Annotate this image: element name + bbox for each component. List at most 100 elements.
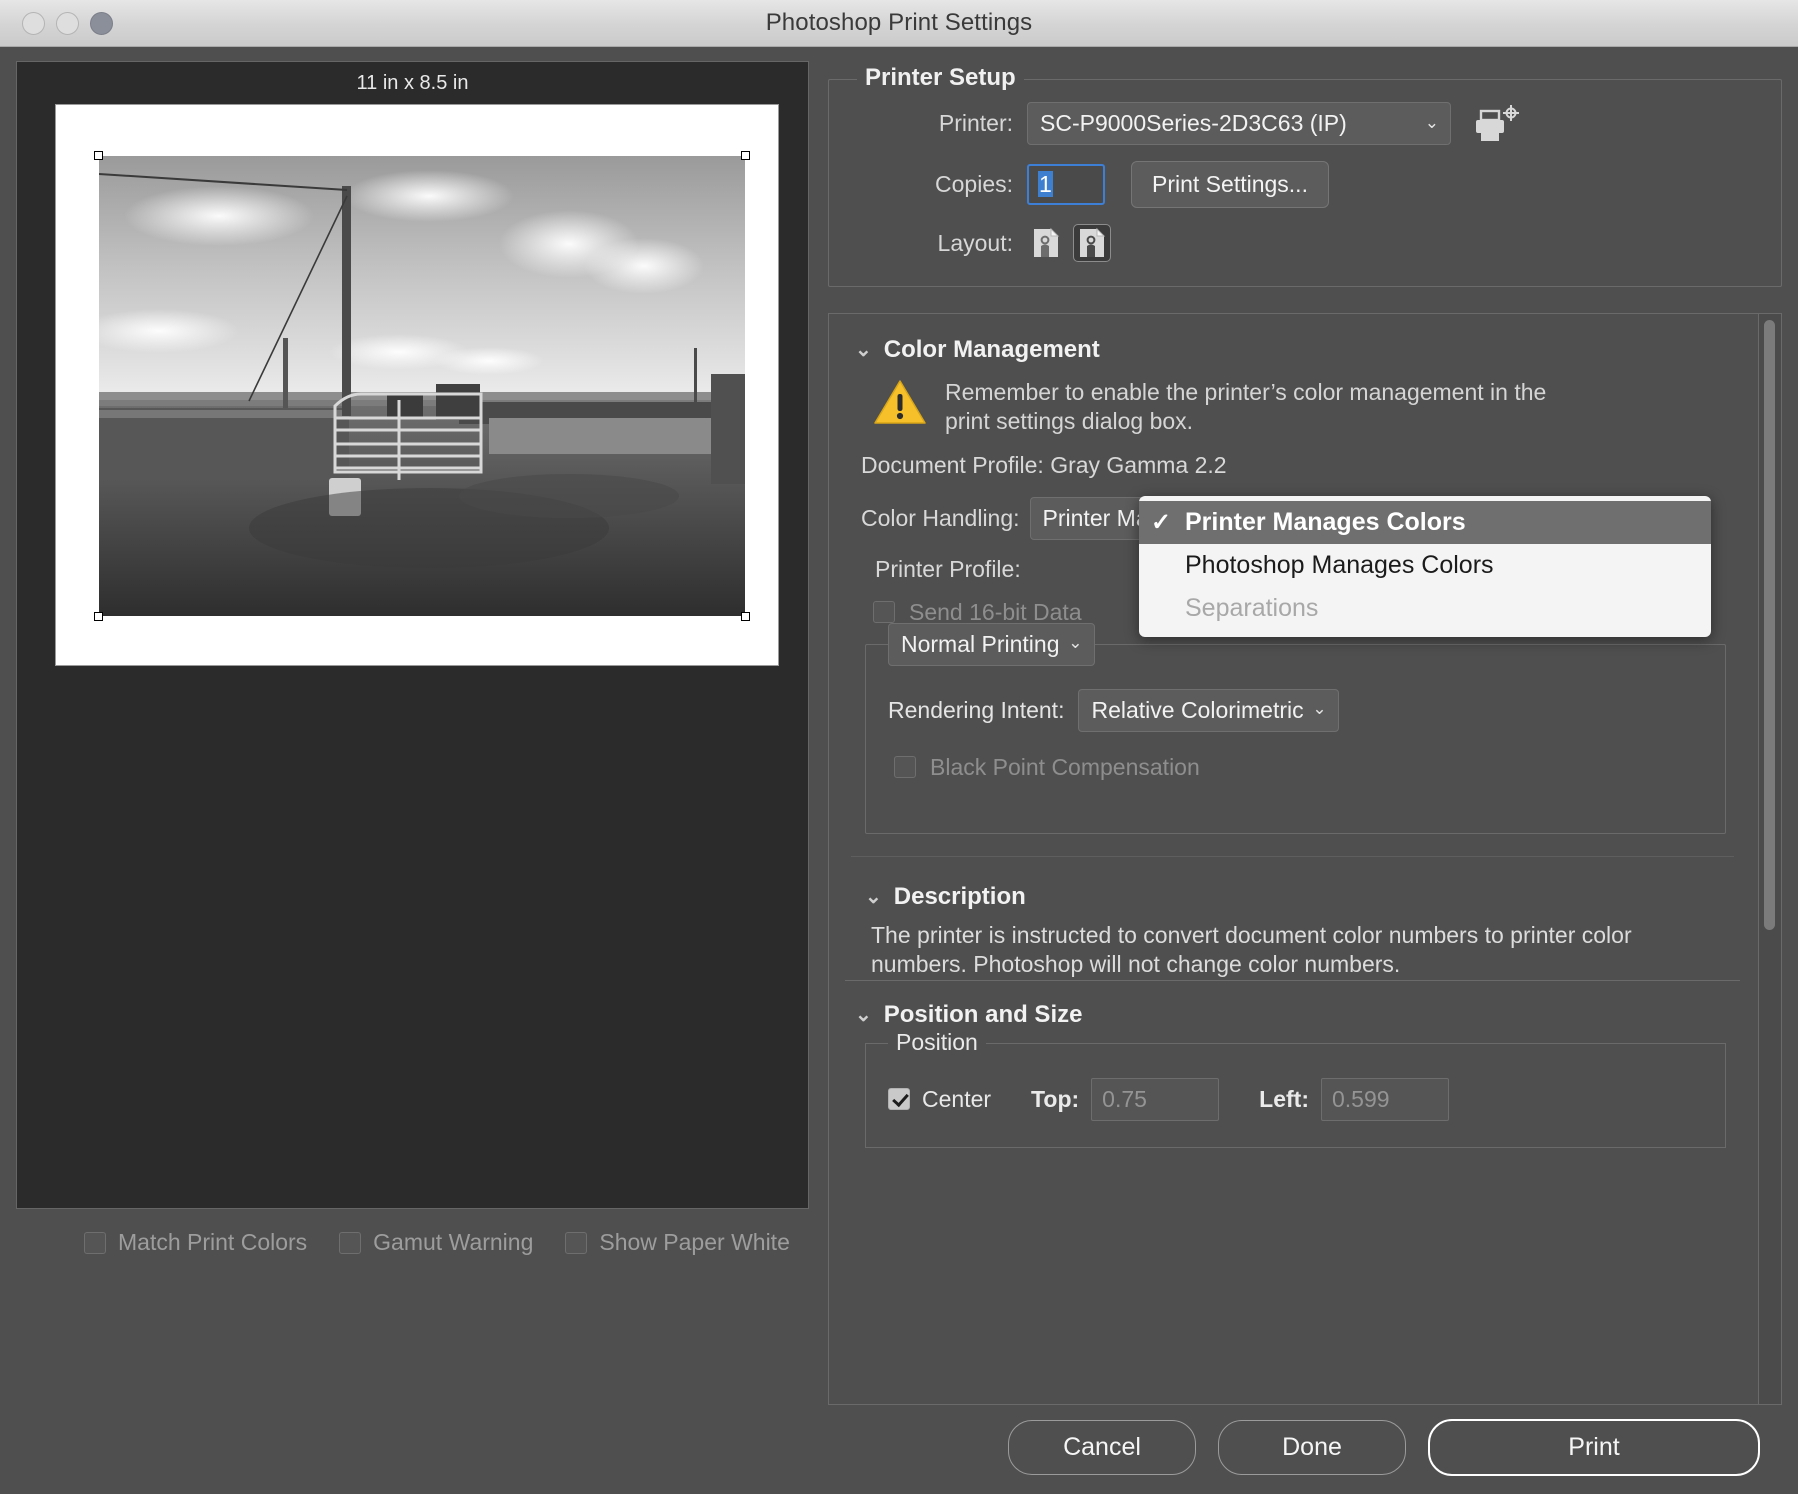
printer-select[interactable]: SC-P9000Series-2D3C63 (IP) ⌄ — [1027, 102, 1451, 145]
copies-row: Copies: 1 Print Settings... — [855, 161, 1755, 208]
scrollbar-thumb[interactable] — [1764, 320, 1775, 930]
color-management-header[interactable]: ⌄ Color Management — [855, 336, 1740, 364]
top-input[interactable]: 0.75 — [1091, 1077, 1220, 1121]
copies-input[interactable]: 1 — [1027, 164, 1105, 205]
black-point-label: Black Point Compensation — [930, 753, 1200, 780]
printer-label: Printer: — [938, 110, 1013, 136]
gamut-warning-checkbox[interactable] — [339, 1231, 362, 1254]
rendering-intent-select[interactable]: Relative Colorimetric ⌄ — [1078, 688, 1339, 732]
print-mode-fieldset: Normal Printing ⌄ Rendering Intent: Rela… — [865, 622, 1726, 834]
preview-dimensions-label: 11 in x 8.5 in — [356, 72, 469, 94]
description-header[interactable]: ⌄ Description — [865, 883, 1740, 911]
printer-profile-label: Printer Profile: — [875, 555, 1021, 582]
position-row: Center Top: 0.75 Left: 0.599 — [888, 1077, 1703, 1121]
chevron-down-icon[interactable]: ⌄ — [865, 887, 882, 907]
copies-label: Copies: — [935, 171, 1013, 197]
resize-handle-top-right[interactable] — [741, 151, 750, 160]
color-management-panel: ⌄ Color Management Remember to enable th… — [828, 313, 1759, 1405]
cancel-button[interactable]: Cancel — [1008, 1420, 1196, 1475]
position-and-size-title: Position and Size — [883, 1000, 1083, 1028]
copies-value: 1 — [1038, 171, 1053, 197]
printer-setup-group: Printer Setup Printer: SC-P9000Series-2D… — [828, 64, 1782, 287]
warning-text: Remember to enable the printer’s color m… — [945, 379, 1547, 434]
printer-row: Printer: SC-P9000Series-2D3C63 (IP) ⌄ — [855, 102, 1755, 145]
done-button[interactable]: Done — [1218, 1420, 1406, 1475]
position-and-size-section: ⌄ Position and Size Position Center Top:… — [845, 979, 1740, 1148]
layout-portrait-icon[interactable] — [1027, 224, 1065, 262]
match-print-colors-option[interactable]: Match Print Colors — [84, 1229, 307, 1256]
menu-item-photoshop-manages-colors[interactable]: Photoshop Manages Colors — [1139, 544, 1711, 587]
preview-pane: 11 in x 8.5 in Match Print Colors Gamut … — [0, 47, 810, 1494]
window-title: Photoshop Print Settings — [765, 9, 1033, 36]
color-management-scrollbar[interactable] — [1759, 313, 1782, 1405]
left-label: Left: — [1259, 1085, 1309, 1112]
settings-pane: Printer Setup Printer: SC-P9000Series-2D… — [810, 47, 1798, 1494]
menu-item-label: Separations — [1185, 594, 1319, 622]
match-print-colors-checkbox[interactable] — [84, 1231, 106, 1254]
photo-graphic — [99, 156, 745, 616]
top-field-group: Top: 0.75 — [1031, 1077, 1220, 1121]
top-label: Top: — [1031, 1085, 1080, 1112]
printer-icon[interactable] — [1473, 103, 1521, 145]
send-16bit-label: Send 16-bit Data — [909, 598, 1082, 625]
match-print-colors-label: Match Print Colors — [118, 1229, 308, 1255]
color-handling-label: Color Handling: — [861, 504, 1020, 531]
black-point-checkbox[interactable] — [894, 756, 916, 779]
menu-item-label: Photoshop Manages Colors — [1185, 551, 1494, 579]
black-point-row[interactable]: Black Point Compensation — [894, 754, 1703, 781]
layout-toggle-group[interactable] — [1027, 224, 1111, 262]
show-paper-white-checkbox[interactable] — [565, 1231, 588, 1254]
color-handling-dropdown-menu[interactable]: ✓ Printer Manages Colors Photoshop Manag… — [1139, 496, 1711, 637]
color-management-warning: Remember to enable the printer’s color m… — [873, 378, 1740, 436]
menu-item-label: Printer Manages Colors — [1185, 508, 1466, 536]
chevron-down-icon[interactable]: ⌄ — [855, 340, 872, 360]
paper-sheet — [55, 104, 779, 666]
gamut-warning-label: Gamut Warning — [373, 1229, 534, 1255]
rendering-intent-row: Rendering Intent: Relative Colorimetric … — [888, 688, 1703, 732]
center-label: Center — [922, 1085, 992, 1112]
chevron-down-icon: ⌄ — [1068, 633, 1083, 653]
checkmark-icon: ✓ — [1151, 509, 1172, 536]
position-and-size-header[interactable]: ⌄ Position and Size — [855, 1001, 1740, 1029]
printer-setup-title: Printer Setup — [857, 64, 1024, 92]
dialog-body: 11 in x 8.5 in Match Print Colors Gamut … — [0, 47, 1798, 1494]
menu-item-printer-manages-colors[interactable]: ✓ Printer Manages Colors — [1139, 501, 1711, 544]
document-profile-text: Document Profile: Gray Gamma 2.2 — [861, 451, 1227, 478]
position-legend: Position — [888, 1028, 986, 1056]
printer-selected-value: SC-P9000Series-2D3C63 (IP) — [1040, 110, 1347, 136]
chevron-down-icon: ⌄ — [1424, 112, 1439, 132]
preview-options: Match Print Colors Gamut Warning Show Pa… — [84, 1229, 810, 1256]
left-input[interactable]: 0.599 — [1320, 1077, 1449, 1121]
gamut-warning-option[interactable]: Gamut Warning — [339, 1229, 533, 1256]
print-button[interactable]: Print — [1428, 1419, 1760, 1476]
image-bounding-box[interactable] — [94, 151, 750, 621]
color-management-title: Color Management — [883, 336, 1100, 363]
print-settings-window: Photoshop Print Settings 11 in x 8.5 in — [0, 0, 1798, 1494]
left-field-group: Left: 0.599 — [1259, 1077, 1449, 1121]
print-mode-value: Normal Printing — [901, 630, 1060, 657]
chevron-down-icon[interactable]: ⌄ — [855, 1005, 872, 1025]
center-checkbox[interactable] — [888, 1088, 910, 1111]
print-mode-select[interactable]: Normal Printing ⌄ — [888, 622, 1095, 666]
print-preview-canvas[interactable]: 11 in x 8.5 in — [16, 61, 809, 1209]
layout-landscape-icon[interactable] — [1073, 224, 1111, 262]
chevron-down-icon: ⌄ — [1312, 699, 1327, 719]
warning-triangle-icon — [873, 378, 927, 426]
resize-handle-bottom-right[interactable] — [741, 612, 750, 621]
window-titlebar: Photoshop Print Settings — [0, 0, 1798, 47]
layout-row: Layout: — [855, 224, 1755, 262]
send-16bit-checkbox[interactable] — [873, 601, 895, 624]
position-fieldset: Position Center Top: 0.75 Left: 0.599 — [865, 1028, 1726, 1148]
description-text: The printer is instructed to convert doc… — [871, 921, 1632, 978]
description-title: Description — [893, 882, 1026, 910]
center-option[interactable]: Center — [888, 1086, 991, 1113]
show-paper-white-option[interactable]: Show Paper White — [565, 1229, 790, 1256]
resize-handle-bottom-left[interactable] — [94, 612, 103, 621]
color-management-wrap: ⌄ Color Management Remember to enable th… — [828, 313, 1782, 1405]
print-settings-button[interactable]: Print Settings... — [1131, 161, 1329, 208]
rendering-intent-value: Relative Colorimetric — [1091, 696, 1304, 723]
show-paper-white-label: Show Paper White — [599, 1229, 790, 1255]
section-divider — [851, 855, 1734, 857]
dialog-footer: Cancel Done Print — [828, 1405, 1782, 1494]
resize-handle-top-left[interactable] — [94, 151, 103, 160]
